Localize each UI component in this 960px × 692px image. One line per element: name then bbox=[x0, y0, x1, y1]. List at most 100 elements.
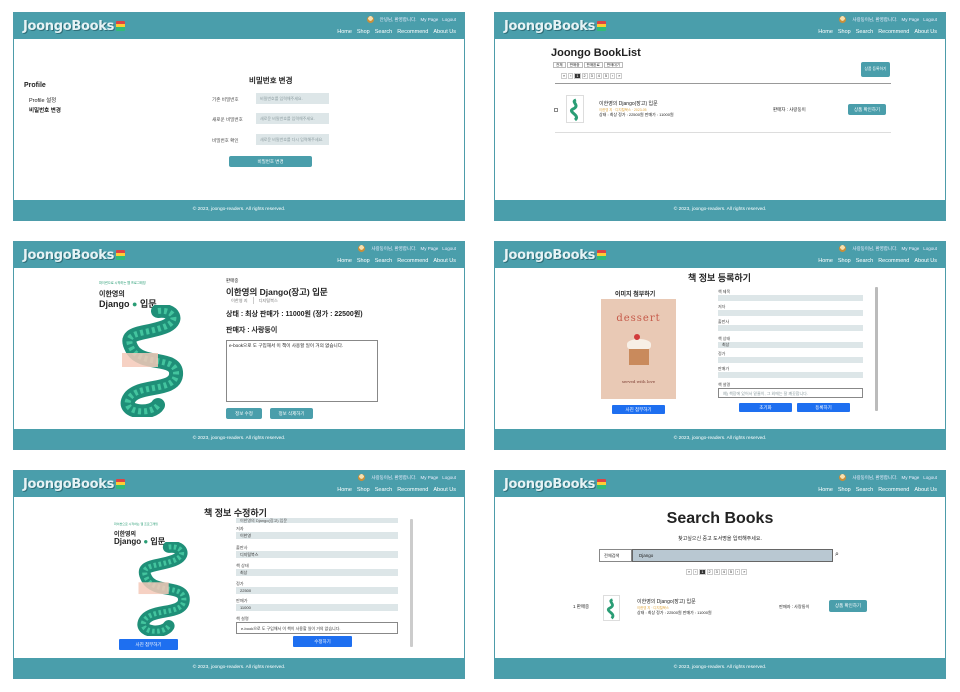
field-input[interactable] bbox=[718, 357, 863, 363]
nav-search[interactable]: Search bbox=[375, 258, 392, 264]
field-input[interactable]: 디지털북스 bbox=[236, 551, 398, 558]
nav-recommend[interactable]: Recommend bbox=[878, 258, 909, 264]
page-link[interactable]: « bbox=[686, 569, 693, 575]
nav-about[interactable]: About Us bbox=[914, 29, 937, 35]
nav-home[interactable]: Home bbox=[337, 487, 352, 493]
nav-shop[interactable]: Shop bbox=[838, 258, 851, 264]
page-link[interactable]: » bbox=[741, 569, 748, 575]
page-link[interactable]: 3 bbox=[713, 569, 720, 575]
status-select[interactable]: 최상 bbox=[718, 342, 863, 348]
description-textarea[interactable]: 예) 책장에 있어서 밑줄이, 그 외에는 잘 깨끗합니다. bbox=[718, 388, 863, 398]
brand-logo[interactable]: JoongoBooks bbox=[504, 19, 607, 34]
mypage-link[interactable]: My Page bbox=[420, 475, 438, 480]
page-link[interactable]: › bbox=[735, 569, 741, 575]
item-checkbox[interactable] bbox=[554, 108, 558, 112]
avatar[interactable] bbox=[839, 474, 847, 481]
attach-photo-button[interactable]: 사진 첨부하기 bbox=[119, 639, 178, 650]
field-input[interactable] bbox=[718, 325, 863, 331]
delete-info-button[interactable]: 정보 삭제하기 bbox=[270, 408, 313, 419]
nav-recommend[interactable]: Recommend bbox=[397, 258, 428, 264]
page-link[interactable]: 1 bbox=[574, 73, 581, 79]
brand-logo[interactable]: JoongoBooks bbox=[504, 248, 607, 263]
view-product-button[interactable]: 상품 확인하기 bbox=[829, 600, 867, 612]
search-input[interactable]: Django bbox=[632, 549, 833, 562]
page-link[interactable]: 4 bbox=[595, 73, 602, 79]
avatar[interactable] bbox=[358, 245, 366, 252]
brand-logo[interactable]: JoongoBooks bbox=[23, 19, 126, 34]
field-input[interactable] bbox=[718, 310, 863, 316]
tab-publisher[interactable]: 디지털북스 bbox=[254, 297, 283, 304]
nav-recommend[interactable]: Recommend bbox=[397, 487, 428, 493]
book-thumbnail[interactable] bbox=[566, 95, 584, 123]
logout-link[interactable]: Logout bbox=[923, 475, 937, 480]
brand-logo[interactable]: JoongoBooks bbox=[23, 248, 126, 263]
change-password-button[interactable]: 비밀번호 변경 bbox=[229, 156, 312, 167]
description-textarea[interactable]: e-book으로 도 구입해서 이 책이 사용할 일이 거의 없습니다. bbox=[236, 622, 398, 634]
page-link[interactable]: ‹ bbox=[693, 569, 699, 575]
field-input[interactable] bbox=[718, 372, 863, 378]
new-password-input[interactable]: 새로운 비밀번호를 입력해주세요. bbox=[256, 113, 329, 124]
mypage-link[interactable]: My Page bbox=[420, 17, 438, 22]
mypage-link[interactable]: My Page bbox=[420, 246, 438, 251]
page-link[interactable]: 2 bbox=[706, 569, 713, 575]
register-product-button[interactable]: 상품 등록하기 bbox=[861, 62, 890, 77]
page-link[interactable]: 1 bbox=[699, 569, 706, 575]
sidebar-item-profile[interactable]: Profile 설정 bbox=[29, 96, 56, 104]
logout-link[interactable]: Logout bbox=[442, 17, 456, 22]
page-link[interactable]: 5 bbox=[727, 569, 735, 575]
logout-link[interactable]: Logout bbox=[923, 246, 937, 251]
nav-recommend[interactable]: Recommend bbox=[878, 29, 909, 35]
logout-link[interactable]: Logout bbox=[923, 17, 937, 22]
search-category-select[interactable]: 전체검색 bbox=[599, 549, 632, 562]
nav-shop[interactable]: Shop bbox=[838, 29, 851, 35]
edit-info-button[interactable]: 정보 수정 bbox=[226, 408, 262, 419]
item-title[interactable]: 이한영의 Django(장고) 입문 bbox=[599, 100, 658, 107]
nav-shop[interactable]: Shop bbox=[838, 487, 851, 493]
field-input[interactable]: 22500 bbox=[236, 587, 398, 594]
page-link[interactable]: 4 bbox=[720, 569, 727, 575]
title-input[interactable]: 이한영의 Django(장고) 입문 bbox=[236, 518, 398, 523]
sidebar-item-password[interactable]: 비밀번호 변경 bbox=[29, 106, 61, 114]
view-product-button[interactable]: 상품 확인하기 bbox=[848, 104, 886, 115]
tab-author[interactable]: 이한영 지 bbox=[226, 297, 254, 304]
nav-shop[interactable]: Shop bbox=[357, 487, 370, 493]
scrollbar[interactable] bbox=[410, 519, 413, 647]
field-input[interactable]: 11000 bbox=[236, 604, 398, 611]
page-link[interactable]: « bbox=[561, 73, 568, 79]
scrollbar[interactable] bbox=[875, 287, 878, 411]
logout-link[interactable]: Logout bbox=[442, 246, 456, 251]
nav-shop[interactable]: Shop bbox=[357, 258, 370, 264]
old-password-input[interactable]: 비밀번호를 입력해주세요. bbox=[256, 93, 329, 104]
confirm-password-input[interactable]: 새로운 비밀번호를 다시 입력해주세요. bbox=[256, 134, 329, 145]
brand-logo[interactable]: JoongoBooks bbox=[504, 477, 607, 492]
nav-search[interactable]: Search bbox=[375, 487, 392, 493]
edit-submit-button[interactable]: 수정하기 bbox=[293, 636, 352, 647]
nav-about[interactable]: About Us bbox=[914, 258, 937, 264]
avatar[interactable] bbox=[366, 16, 374, 23]
status-select[interactable]: 최상 bbox=[236, 569, 398, 576]
avatar[interactable] bbox=[839, 16, 847, 23]
nav-about[interactable]: About Us bbox=[433, 487, 456, 493]
nav-recommend[interactable]: Recommend bbox=[397, 29, 428, 35]
nav-search[interactable]: Search bbox=[856, 487, 873, 493]
nav-home[interactable]: Home bbox=[818, 29, 833, 35]
filter-waiting[interactable]: 판매대기 bbox=[603, 62, 624, 68]
field-input[interactable]: 이한영 bbox=[236, 532, 398, 539]
page-link[interactable]: ‹ bbox=[568, 73, 574, 79]
result-title[interactable]: 이한영의 Django(장고) 입문 bbox=[637, 598, 696, 605]
mypage-link[interactable]: My Page bbox=[901, 17, 919, 22]
nav-search[interactable]: Search bbox=[856, 29, 873, 35]
field-input[interactable] bbox=[718, 295, 863, 301]
page-link[interactable]: 5 bbox=[602, 73, 610, 79]
mypage-link[interactable]: My Page bbox=[901, 246, 919, 251]
avatar[interactable] bbox=[358, 474, 366, 481]
nav-home[interactable]: Home bbox=[818, 487, 833, 493]
nav-search[interactable]: Search bbox=[375, 29, 392, 35]
search-icon[interactable]: ⌕ bbox=[835, 551, 839, 559]
filter-selling[interactable]: 판매중 bbox=[566, 62, 583, 68]
page-link[interactable]: » bbox=[616, 73, 623, 79]
attach-photo-button[interactable]: 사진 첨부하기 bbox=[612, 405, 665, 414]
page-link[interactable]: 2 bbox=[581, 73, 588, 79]
nav-home[interactable]: Home bbox=[818, 258, 833, 264]
nav-about[interactable]: About Us bbox=[914, 487, 937, 493]
